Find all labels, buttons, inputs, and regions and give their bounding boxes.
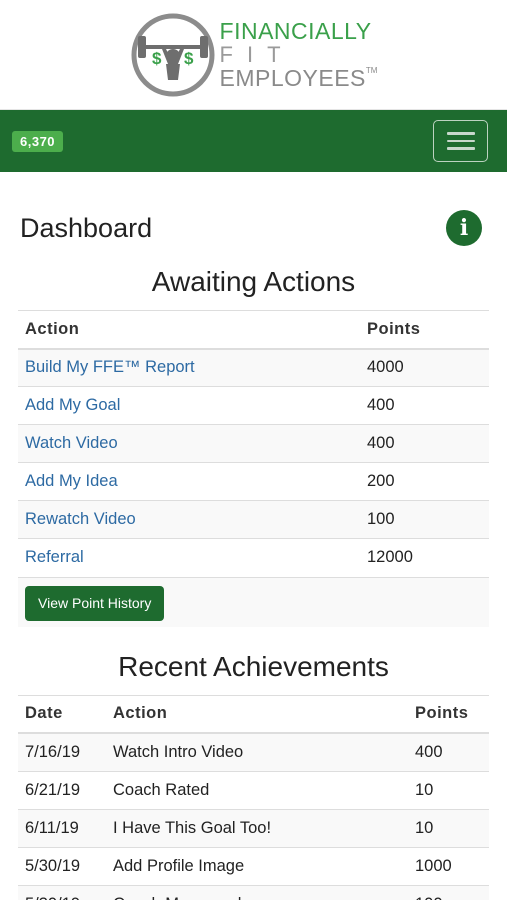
- points-badge: 6,370: [12, 130, 64, 152]
- awaiting-actions-title: Awaiting Actions: [151, 266, 356, 297]
- points-cell: 400: [360, 424, 489, 463]
- awaiting-actions-table: Action Points Build My FFE™ Report 4000 …: [18, 310, 489, 577]
- point-history-row: View Point History: [18, 576, 489, 627]
- svg-text:$: $: [184, 49, 194, 68]
- logo-line-1: FINANCIALLY: [219, 17, 372, 44]
- points-cell: 400: [360, 386, 489, 425]
- page-header: Dashboard i: [0, 172, 507, 258]
- logo-wordmark: FINANCIALLY FIT EMPLOYEESTM: [219, 17, 378, 91]
- date-cell: 7/16/19: [18, 732, 106, 771]
- action-link[interactable]: Add My Goal: [25, 396, 120, 414]
- table-row: Add My Goal 400: [18, 386, 489, 425]
- action-link[interactable]: Add My Idea: [25, 472, 118, 490]
- points-cell: 1000: [408, 846, 489, 885]
- table-row: Add My Idea 200: [18, 462, 489, 501]
- column-header-points: Points: [360, 310, 489, 350]
- recent-achievements-title: Recent Achievements: [118, 650, 389, 682]
- points-cell: 100: [408, 884, 489, 900]
- points-cell: 10: [408, 808, 489, 847]
- points-cell: 12000: [360, 538, 489, 577]
- action-cell: Coach Rated: [106, 770, 408, 809]
- table-header-row: Date Action Points: [18, 694, 489, 734]
- weightlifter-logo-icon: $ $: [131, 13, 215, 96]
- logo-line-3-text: EMPLOYEES: [219, 64, 366, 91]
- column-header-action: Action: [18, 310, 360, 350]
- action-link[interactable]: Rewatch Video: [25, 510, 136, 528]
- action-cell: I Have This Goal Too!: [106, 808, 408, 847]
- action-link[interactable]: Referral: [25, 548, 84, 566]
- column-header-points: Points: [408, 694, 489, 734]
- view-point-history-button[interactable]: View Point History: [25, 585, 165, 621]
- action-link[interactable]: Build My FFE™ Report: [25, 358, 195, 376]
- column-header-action: Action: [106, 694, 408, 734]
- hamburger-bar-icon: [446, 132, 475, 135]
- svg-text:$: $: [152, 49, 162, 68]
- table-row: Watch Video 400: [18, 424, 489, 463]
- hamburger-bar-icon: [446, 139, 475, 143]
- logo-trademark: TM: [365, 65, 378, 75]
- table-row: 6/21/19 Coach Rated 10: [18, 770, 489, 809]
- hamburger-bar-icon: [446, 147, 475, 150]
- table-row: 6/11/19 I Have This Goal Too! 10: [18, 808, 489, 847]
- page-title: Dashboard: [20, 212, 153, 243]
- action-cell: Watch Intro Video: [106, 732, 408, 771]
- column-header-date: Date: [18, 694, 106, 734]
- table-row: 7/16/19 Watch Intro Video 400: [18, 732, 489, 771]
- logo-line-2: FIT: [219, 41, 295, 67]
- info-icon[interactable]: i: [446, 210, 482, 246]
- table-row: Referral 12000: [18, 538, 489, 577]
- menu-toggle-button[interactable]: [433, 120, 488, 162]
- table-row: Rewatch Video 100: [18, 500, 489, 539]
- app-header: $ $ FINANCIALLY FIT EMPLOYEESTM: [0, 0, 507, 110]
- company-logo[interactable]: $ $ FINANCIALLY FIT EMPLOYEESTM: [130, 12, 378, 98]
- points-cell: 4000: [360, 348, 489, 387]
- action-link[interactable]: Watch Video: [25, 434, 118, 452]
- main-navbar: 6,370: [0, 110, 507, 172]
- points-cell: 10: [408, 770, 489, 809]
- recent-achievements-table: Date Action Points 7/16/19 Watch Intro V…: [18, 694, 489, 900]
- points-cell: 400: [408, 732, 489, 771]
- date-cell: 5/30/19: [18, 846, 106, 885]
- table-row: 5/30/19 Coach Messaged 100: [18, 884, 489, 900]
- logo-line-3: EMPLOYEESTM: [219, 64, 378, 91]
- date-cell: 6/21/19: [18, 770, 106, 809]
- table-header-row: Action Points: [18, 310, 489, 350]
- action-cell: Coach Messaged: [106, 884, 408, 900]
- points-cell: 100: [360, 500, 489, 539]
- table-row: 5/30/19 Add Profile Image 1000: [18, 846, 489, 885]
- action-cell: Add Profile Image: [106, 846, 408, 885]
- table-row: Build My FFE™ Report 4000: [18, 348, 489, 387]
- points-cell: 200: [360, 462, 489, 501]
- date-cell: 6/11/19: [18, 808, 106, 847]
- date-cell: 5/30/19: [18, 884, 106, 900]
